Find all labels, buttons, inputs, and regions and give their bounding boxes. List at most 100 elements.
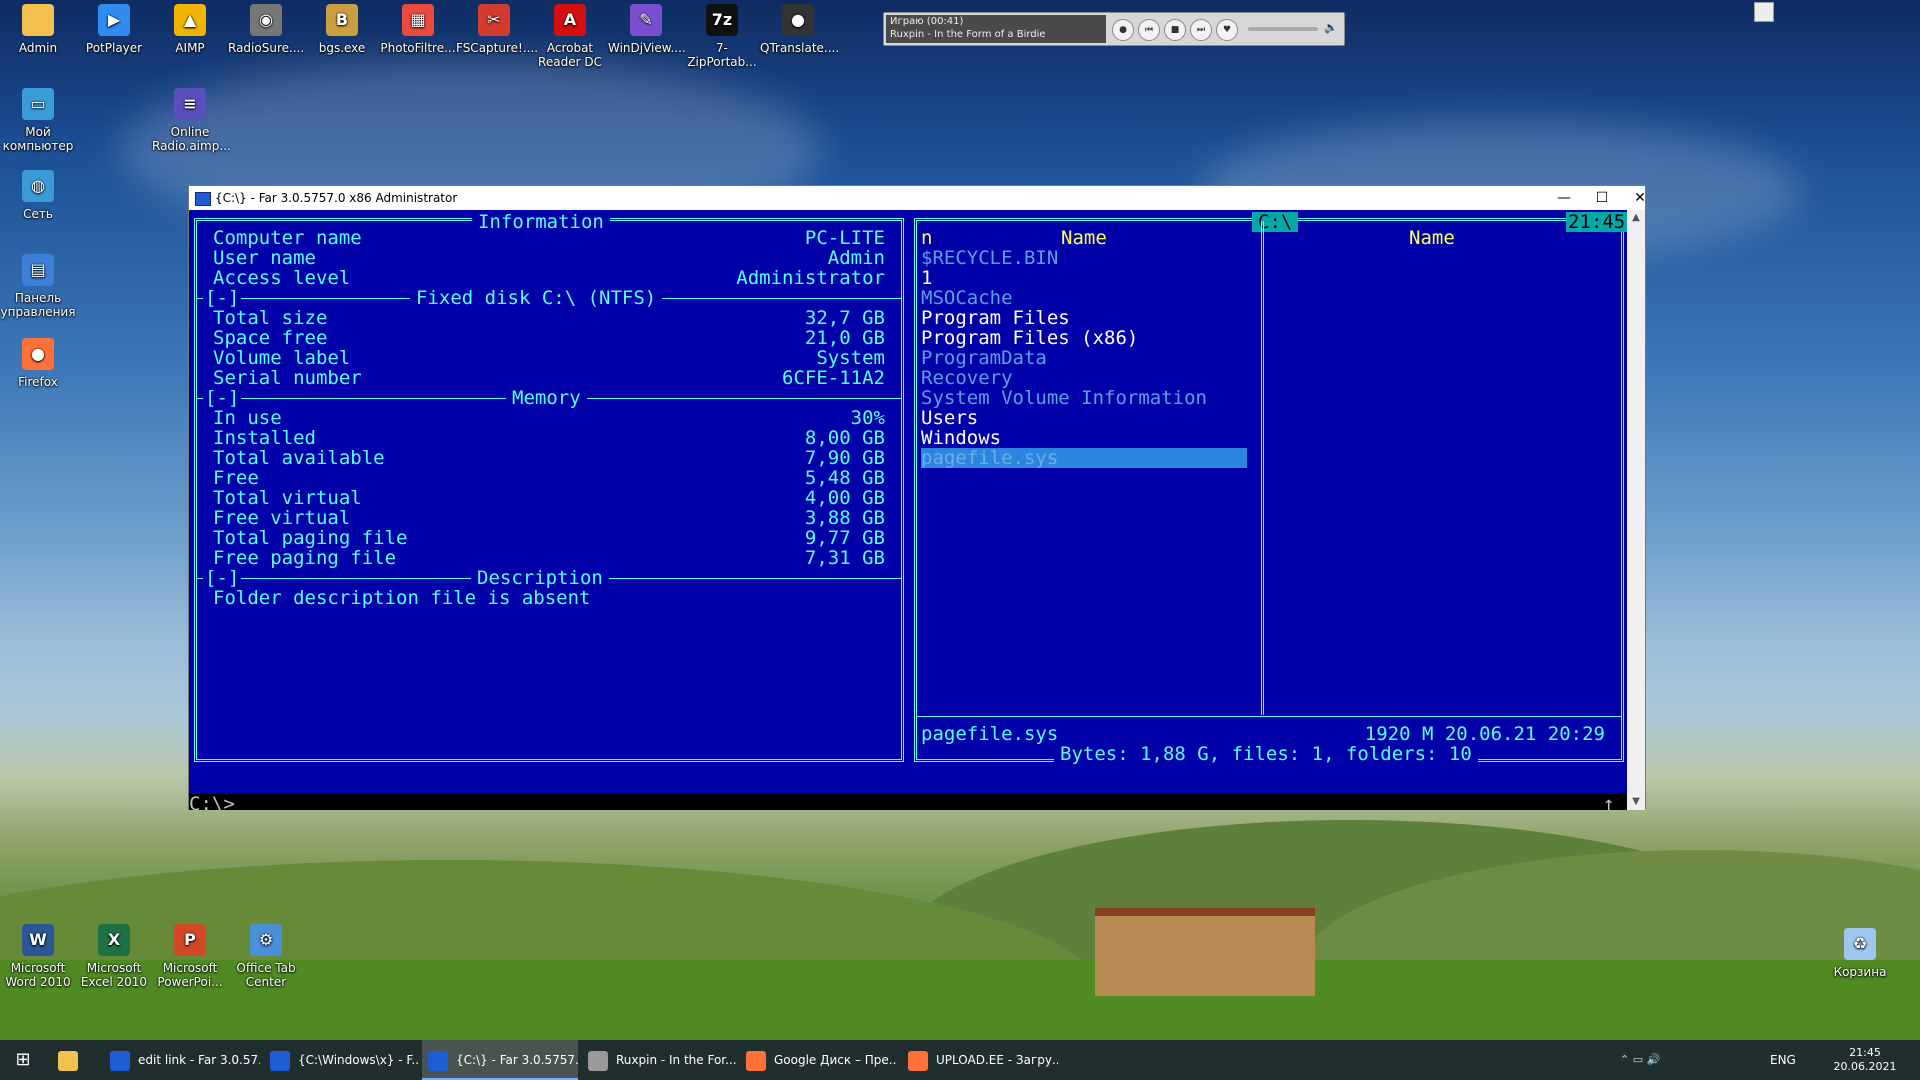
panel-path: C:\ (1252, 212, 1299, 232)
panel-clock: 21:45 (1566, 211, 1627, 233)
desktop-icon[interactable]: ▶ PotPlayer (76, 4, 152, 55)
taskbar-item-label: UPLOAD.EE - Загру... (936, 1053, 1058, 1067)
acrobat-icon: A (554, 4, 586, 36)
desktop-icon[interactable]: ≡ Online Radio.aimp... (152, 88, 231, 153)
desktop-icon[interactable]: ▭ Мой компьютер (0, 88, 76, 153)
volume-slider[interactable] (1248, 27, 1318, 31)
maximize-button[interactable]: ☐ (1583, 186, 1621, 210)
clock[interactable]: 21:45 20.06.2021 (1820, 1040, 1910, 1080)
tray-icons[interactable]: ⌃ ▭ 🔊 (1620, 1040, 1740, 1080)
desktop-icon[interactable]: ▦ PhotoFiltre... (380, 4, 456, 55)
column-header-name[interactable]: Name (1409, 228, 1455, 248)
desktop-icon[interactable]: ✂ FSCapture!.... (456, 4, 538, 55)
disk-row-value: 32,7 GB (804, 307, 885, 329)
clock-date: 20.06.2021 (1833, 1060, 1897, 1073)
file-row[interactable]: Program Files (x86) (921, 328, 1247, 348)
file-row[interactable]: pagefile.sys (921, 448, 1247, 468)
7zip-icon: 7z (706, 4, 738, 36)
access-level-label: Access level (213, 267, 351, 289)
photofiltre-icon: ▦ (402, 4, 434, 36)
memory-collapse-marker[interactable]: [-] (203, 387, 242, 409)
file-row[interactable]: Program Files (921, 308, 1247, 328)
user-name-label: User name (213, 247, 316, 269)
disk-row-label: Volume label (213, 347, 351, 369)
tray-app-icon[interactable] (1754, 2, 1774, 22)
taskbar-item-label: Ruxpin - In the For... (616, 1053, 737, 1067)
taskbar-item[interactable]: edit link - Far 3.0.57... (104, 1040, 260, 1080)
desktop-icon[interactable]: ♻ Корзина (1822, 928, 1898, 979)
taskbar-item[interactable]: Ruxpin - In the For... (582, 1040, 738, 1080)
disk-collapse-marker[interactable]: [-] (203, 287, 242, 309)
memory-section-title: Memory (506, 387, 587, 409)
desktop-icon[interactable]: Bbgs.exe (304, 4, 380, 55)
taskbar-item[interactable]: {C:\} - Far 3.0.5757.... (422, 1040, 578, 1080)
desktop-icon[interactable]: 7z 7-ZipPortab... (684, 4, 760, 69)
desktop-icon[interactable]: ● Firefox (0, 338, 76, 389)
disk-section-title: Fixed disk C:\ (NTFS) (410, 287, 663, 309)
desktop-icon[interactable]: ✎ WinDjView.... (608, 4, 686, 55)
stop-button[interactable]: ■ (1164, 19, 1186, 41)
desktop-icon-label: Панель управления (0, 291, 76, 319)
memory-row-label: Installed (213, 427, 316, 449)
taskbar-item-label: {C:\Windows\x} - F... (298, 1053, 420, 1067)
desktop-icon[interactable]: W Microsoft Word 2010 (0, 924, 76, 989)
column-sort-indicator: n (921, 227, 933, 249)
desktop-icon[interactable]: ◍ Сеть (0, 170, 76, 221)
resize-arrow-icon: ↑ (1603, 793, 1615, 810)
file-explorer-button[interactable] (58, 1040, 90, 1080)
desktop-icon[interactable]: ● QTranslate.... (760, 4, 839, 55)
memory-row-value: 9,77 GB (804, 527, 885, 549)
memory-row-value: 5,48 GB (804, 467, 885, 489)
desktop-icon-label: AIMP (175, 41, 205, 55)
file-row[interactable]: Recovery (921, 368, 1247, 388)
console-area: Information Computer name PC-LITE User n… (189, 210, 1627, 810)
desktop-icon[interactable]: ◉ RadioSure.... (228, 4, 304, 55)
memory-row-label: Total virtual (213, 487, 362, 509)
aimp-icon (588, 1050, 608, 1071)
taskbar-item[interactable]: Google Диск – Пре... (740, 1040, 896, 1080)
minimize-button[interactable]: — (1545, 186, 1583, 210)
favorite-button[interactable]: ♥ (1216, 19, 1238, 41)
desktop-icon-label: PhotoFiltre... (380, 41, 456, 55)
disk-row-label: Space free (213, 327, 328, 349)
desktop-icon-label: Admin (18, 41, 58, 55)
control-panel-icon: ▤ (22, 254, 54, 286)
taskbar-item[interactable]: {C:\Windows\x} - F... (264, 1040, 420, 1080)
column-header-name[interactable]: Name (1061, 228, 1107, 248)
command-line[interactable]: C:\> ↑ (189, 794, 1627, 810)
file-row[interactable]: MSOCache (921, 288, 1247, 308)
desktop-icon[interactable]: ▤ Панель управления (0, 254, 76, 319)
scroll-down-icon[interactable]: ▼ (1627, 794, 1645, 810)
desktop-icon[interactable]: ⚙ Office Tab Center (228, 924, 304, 989)
file-row[interactable]: System Volume Information (921, 388, 1247, 408)
scroll-up-icon[interactable]: ▲ (1627, 210, 1645, 226)
panel-summary: Bytes: 1,88 G, files: 1, folders: 10 (1054, 743, 1478, 765)
vertical-scrollbar[interactable]: ▲ ▼ (1627, 210, 1645, 810)
file-row[interactable]: Windows (921, 428, 1247, 448)
start-button[interactable]: ⊞ (0, 1040, 46, 1080)
memory-row-value: 4,00 GB (804, 487, 885, 509)
memory-row-value: 7,90 GB (804, 447, 885, 469)
taskbar-item[interactable]: UPLOAD.EE - Загру... (902, 1040, 1058, 1080)
qtranslate-icon: ● (782, 4, 814, 36)
file-row[interactable]: 1 (921, 268, 1247, 288)
record-button[interactable]: ● (1112, 19, 1134, 41)
desktop-icon-label: Мой компьютер (2, 125, 74, 153)
desktop-icon[interactable]: X Microsoft Excel 2010 (76, 924, 152, 989)
previous-button[interactable]: ⏮ (1138, 19, 1160, 41)
desktop-icon[interactable]: ▲ AIMP (152, 4, 228, 55)
file-row[interactable]: Users (921, 408, 1247, 428)
desktop-icon[interactable]: A Acrobat Reader DC (532, 4, 608, 69)
language-indicator[interactable]: ENG (1770, 1040, 1810, 1080)
clock-time: 21:45 (1849, 1046, 1881, 1059)
desktop-icon-label: bgs.exe (318, 41, 366, 55)
description-collapse-marker[interactable]: [-] (203, 567, 242, 589)
desktop-icon[interactable]: Admin (0, 4, 76, 55)
desktop-icon[interactable]: P Microsoft PowerPoi... (152, 924, 228, 989)
file-row[interactable]: $RECYCLE.BIN (921, 248, 1247, 268)
far-icon (428, 1050, 448, 1071)
far-icon (270, 1050, 290, 1071)
next-button[interactable]: ⏭ (1190, 19, 1212, 41)
close-button[interactable]: ✕ (1621, 186, 1659, 210)
file-row[interactable]: ProgramData (921, 348, 1247, 368)
